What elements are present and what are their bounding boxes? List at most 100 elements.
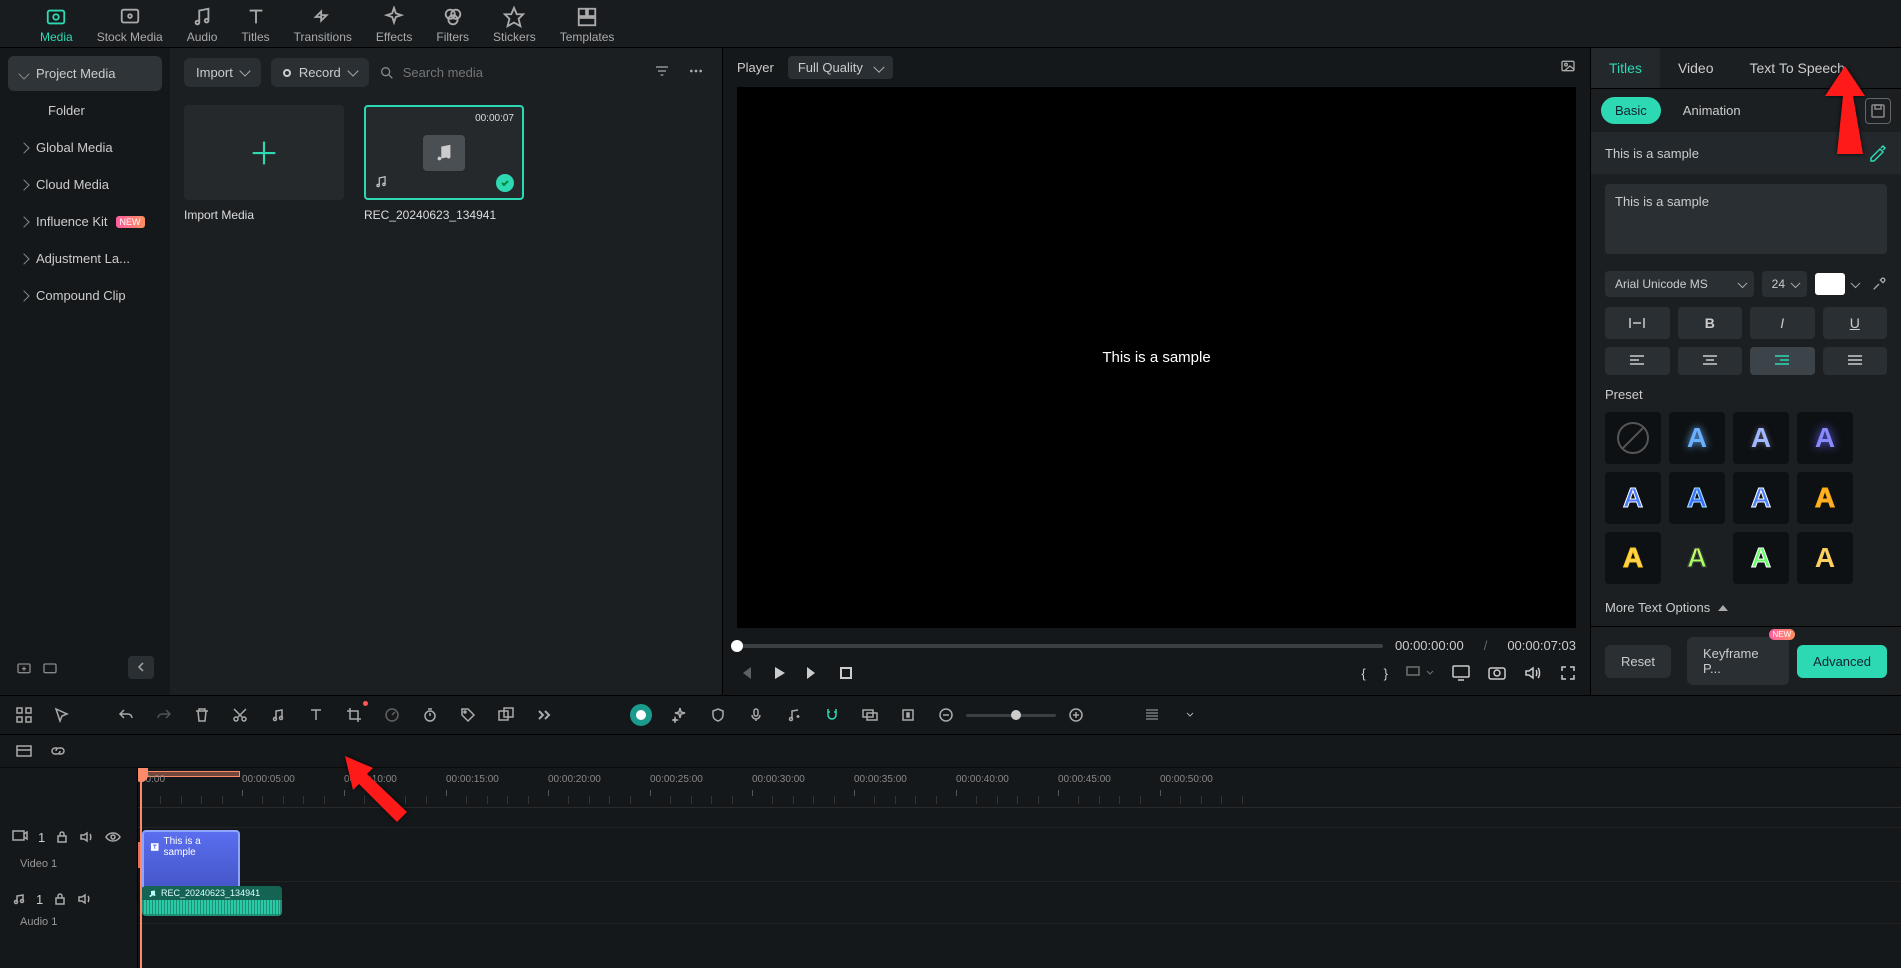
crop-tool-icon[interactable] bbox=[344, 705, 364, 725]
search-input[interactable] bbox=[403, 65, 640, 80]
tab-transitions[interactable]: Transitions bbox=[294, 6, 352, 44]
mark-out-button[interactable]: } bbox=[1384, 666, 1388, 681]
lock-icon[interactable] bbox=[55, 830, 69, 844]
sidebar-item-global-media[interactable]: Global Media bbox=[8, 130, 162, 165]
preset-3[interactable]: A bbox=[1797, 412, 1853, 464]
sidebar-item-project-media[interactable]: Project Media bbox=[8, 56, 162, 91]
keyframe-panel-button[interactable]: Keyframe P...NEW bbox=[1687, 637, 1789, 685]
tab-titles[interactable]: Titles bbox=[241, 6, 269, 44]
stop-button[interactable] bbox=[839, 666, 853, 680]
timeline-layout-icon[interactable] bbox=[14, 705, 34, 725]
audio-clip[interactable]: REC_20240623_134941 bbox=[142, 886, 282, 916]
underline-button[interactable]: U bbox=[1823, 307, 1888, 339]
player-scrubber[interactable] bbox=[737, 644, 1383, 648]
speed-icon[interactable] bbox=[382, 705, 402, 725]
play-button[interactable] bbox=[771, 665, 787, 681]
prev-frame-button[interactable] bbox=[737, 665, 753, 681]
tab-audio[interactable]: Audio bbox=[187, 6, 218, 44]
inspector-tab-titles[interactable]: Titles bbox=[1591, 48, 1660, 88]
camera-icon[interactable] bbox=[1488, 665, 1506, 681]
mute-icon[interactable] bbox=[79, 830, 95, 844]
fullscreen-icon[interactable] bbox=[1560, 665, 1576, 681]
sidebar-item-compound-clip[interactable]: Compound Clip bbox=[8, 278, 162, 313]
tab-templates[interactable]: Templates bbox=[560, 6, 615, 44]
audio-track-header[interactable]: 1 bbox=[0, 878, 137, 920]
record-dropdown[interactable]: Record bbox=[271, 58, 369, 87]
text-tool-icon[interactable] bbox=[306, 705, 326, 725]
track-height-icon[interactable] bbox=[1142, 705, 1162, 725]
undo-icon[interactable] bbox=[116, 705, 136, 725]
format-spacing-button[interactable] bbox=[1605, 307, 1670, 339]
subtab-basic[interactable]: Basic bbox=[1601, 97, 1661, 124]
tab-effects[interactable]: Effects bbox=[376, 6, 412, 44]
import-dropdown[interactable]: Import bbox=[184, 58, 261, 87]
title-text-input[interactable] bbox=[1605, 184, 1887, 254]
sparkle-icon[interactable] bbox=[670, 705, 690, 725]
bold-button[interactable]: B bbox=[1678, 307, 1743, 339]
track-options-chevron-icon[interactable] bbox=[1180, 705, 1200, 725]
audio-detach-icon[interactable] bbox=[268, 705, 288, 725]
group-icon[interactable] bbox=[496, 705, 516, 725]
eyedropper-icon[interactable] bbox=[1871, 276, 1887, 292]
mute-icon[interactable] bbox=[77, 892, 93, 906]
select-tool-icon[interactable] bbox=[52, 705, 72, 725]
zoom-in-icon[interactable] bbox=[1066, 705, 1086, 725]
italic-button[interactable]: I bbox=[1750, 307, 1815, 339]
title-track-lane[interactable]: This is a sample bbox=[138, 828, 1901, 882]
mic-icon[interactable] bbox=[746, 705, 766, 725]
music-add-icon[interactable] bbox=[784, 705, 804, 725]
align-center-button[interactable] bbox=[1678, 347, 1743, 375]
import-media-tile[interactable] bbox=[184, 105, 344, 200]
reset-button[interactable]: Reset bbox=[1605, 645, 1671, 678]
quality-dropdown[interactable]: Full Quality bbox=[788, 56, 893, 79]
expand-tools-icon[interactable] bbox=[534, 705, 554, 725]
timer-icon[interactable] bbox=[420, 705, 440, 725]
inspector-tab-video[interactable]: Video bbox=[1660, 48, 1732, 88]
advanced-button[interactable]: Advanced bbox=[1797, 645, 1887, 678]
tab-media[interactable]: Media bbox=[40, 6, 73, 44]
sidebar-item-influence-kit[interactable]: Influence KitNEW bbox=[8, 204, 162, 239]
sidebar-item-cloud-media[interactable]: Cloud Media bbox=[8, 167, 162, 202]
zoom-slider[interactable] bbox=[966, 714, 1056, 717]
subtab-animation[interactable]: Animation bbox=[1669, 97, 1755, 124]
filter-icon[interactable] bbox=[650, 59, 674, 86]
collapse-sidebar-button[interactable] bbox=[128, 656, 154, 679]
align-left-button[interactable] bbox=[1605, 347, 1670, 375]
cut-icon[interactable] bbox=[230, 705, 250, 725]
timeline-link-icon[interactable] bbox=[48, 741, 68, 761]
delete-icon[interactable] bbox=[192, 705, 212, 725]
sidebar-item-adjustment-layer[interactable]: Adjustment La... bbox=[8, 241, 162, 276]
ai-tool-button[interactable] bbox=[630, 704, 652, 726]
preset-2[interactable]: A bbox=[1733, 412, 1789, 464]
preset-1[interactable]: A bbox=[1669, 412, 1725, 464]
title-clip[interactable]: This is a sample bbox=[142, 830, 240, 890]
preset-10[interactable]: A bbox=[1733, 532, 1789, 584]
tag-icon[interactable] bbox=[458, 705, 478, 725]
audio-track-lane[interactable]: REC_20240623_134941 bbox=[138, 882, 1901, 924]
preset-9[interactable]: A bbox=[1669, 532, 1725, 584]
tab-filters[interactable]: Filters bbox=[436, 6, 469, 44]
player-canvas[interactable]: This is a sample bbox=[737, 87, 1576, 628]
preset-6[interactable]: A bbox=[1733, 472, 1789, 524]
preset-4[interactable]: A bbox=[1605, 472, 1661, 524]
preset-11[interactable]: A bbox=[1797, 532, 1853, 584]
font-size-select[interactable]: 24 bbox=[1762, 271, 1807, 297]
snapshot-icon[interactable] bbox=[1560, 58, 1576, 77]
lock-icon[interactable] bbox=[53, 892, 67, 906]
video-track-header[interactable]: 1 bbox=[0, 810, 137, 864]
display-icon[interactable] bbox=[1452, 665, 1470, 681]
more-icon[interactable] bbox=[684, 59, 708, 86]
align-justify-button[interactable] bbox=[1823, 347, 1888, 375]
text-color-picker[interactable] bbox=[1815, 273, 1845, 295]
timeline-view-icon[interactable] bbox=[14, 741, 34, 761]
zoom-out-icon[interactable] bbox=[936, 705, 956, 725]
ratio-dropdown[interactable] bbox=[1406, 666, 1434, 680]
shield-icon[interactable] bbox=[708, 705, 728, 725]
folder-icon[interactable] bbox=[42, 660, 58, 676]
redo-icon[interactable] bbox=[154, 705, 174, 725]
visibility-icon[interactable] bbox=[105, 831, 121, 843]
more-text-options-toggle[interactable]: More Text Options bbox=[1605, 600, 1887, 615]
font-family-select[interactable]: Arial Unicode MS bbox=[1605, 271, 1754, 297]
next-frame-button[interactable] bbox=[805, 665, 821, 681]
align-right-button[interactable] bbox=[1750, 347, 1815, 375]
